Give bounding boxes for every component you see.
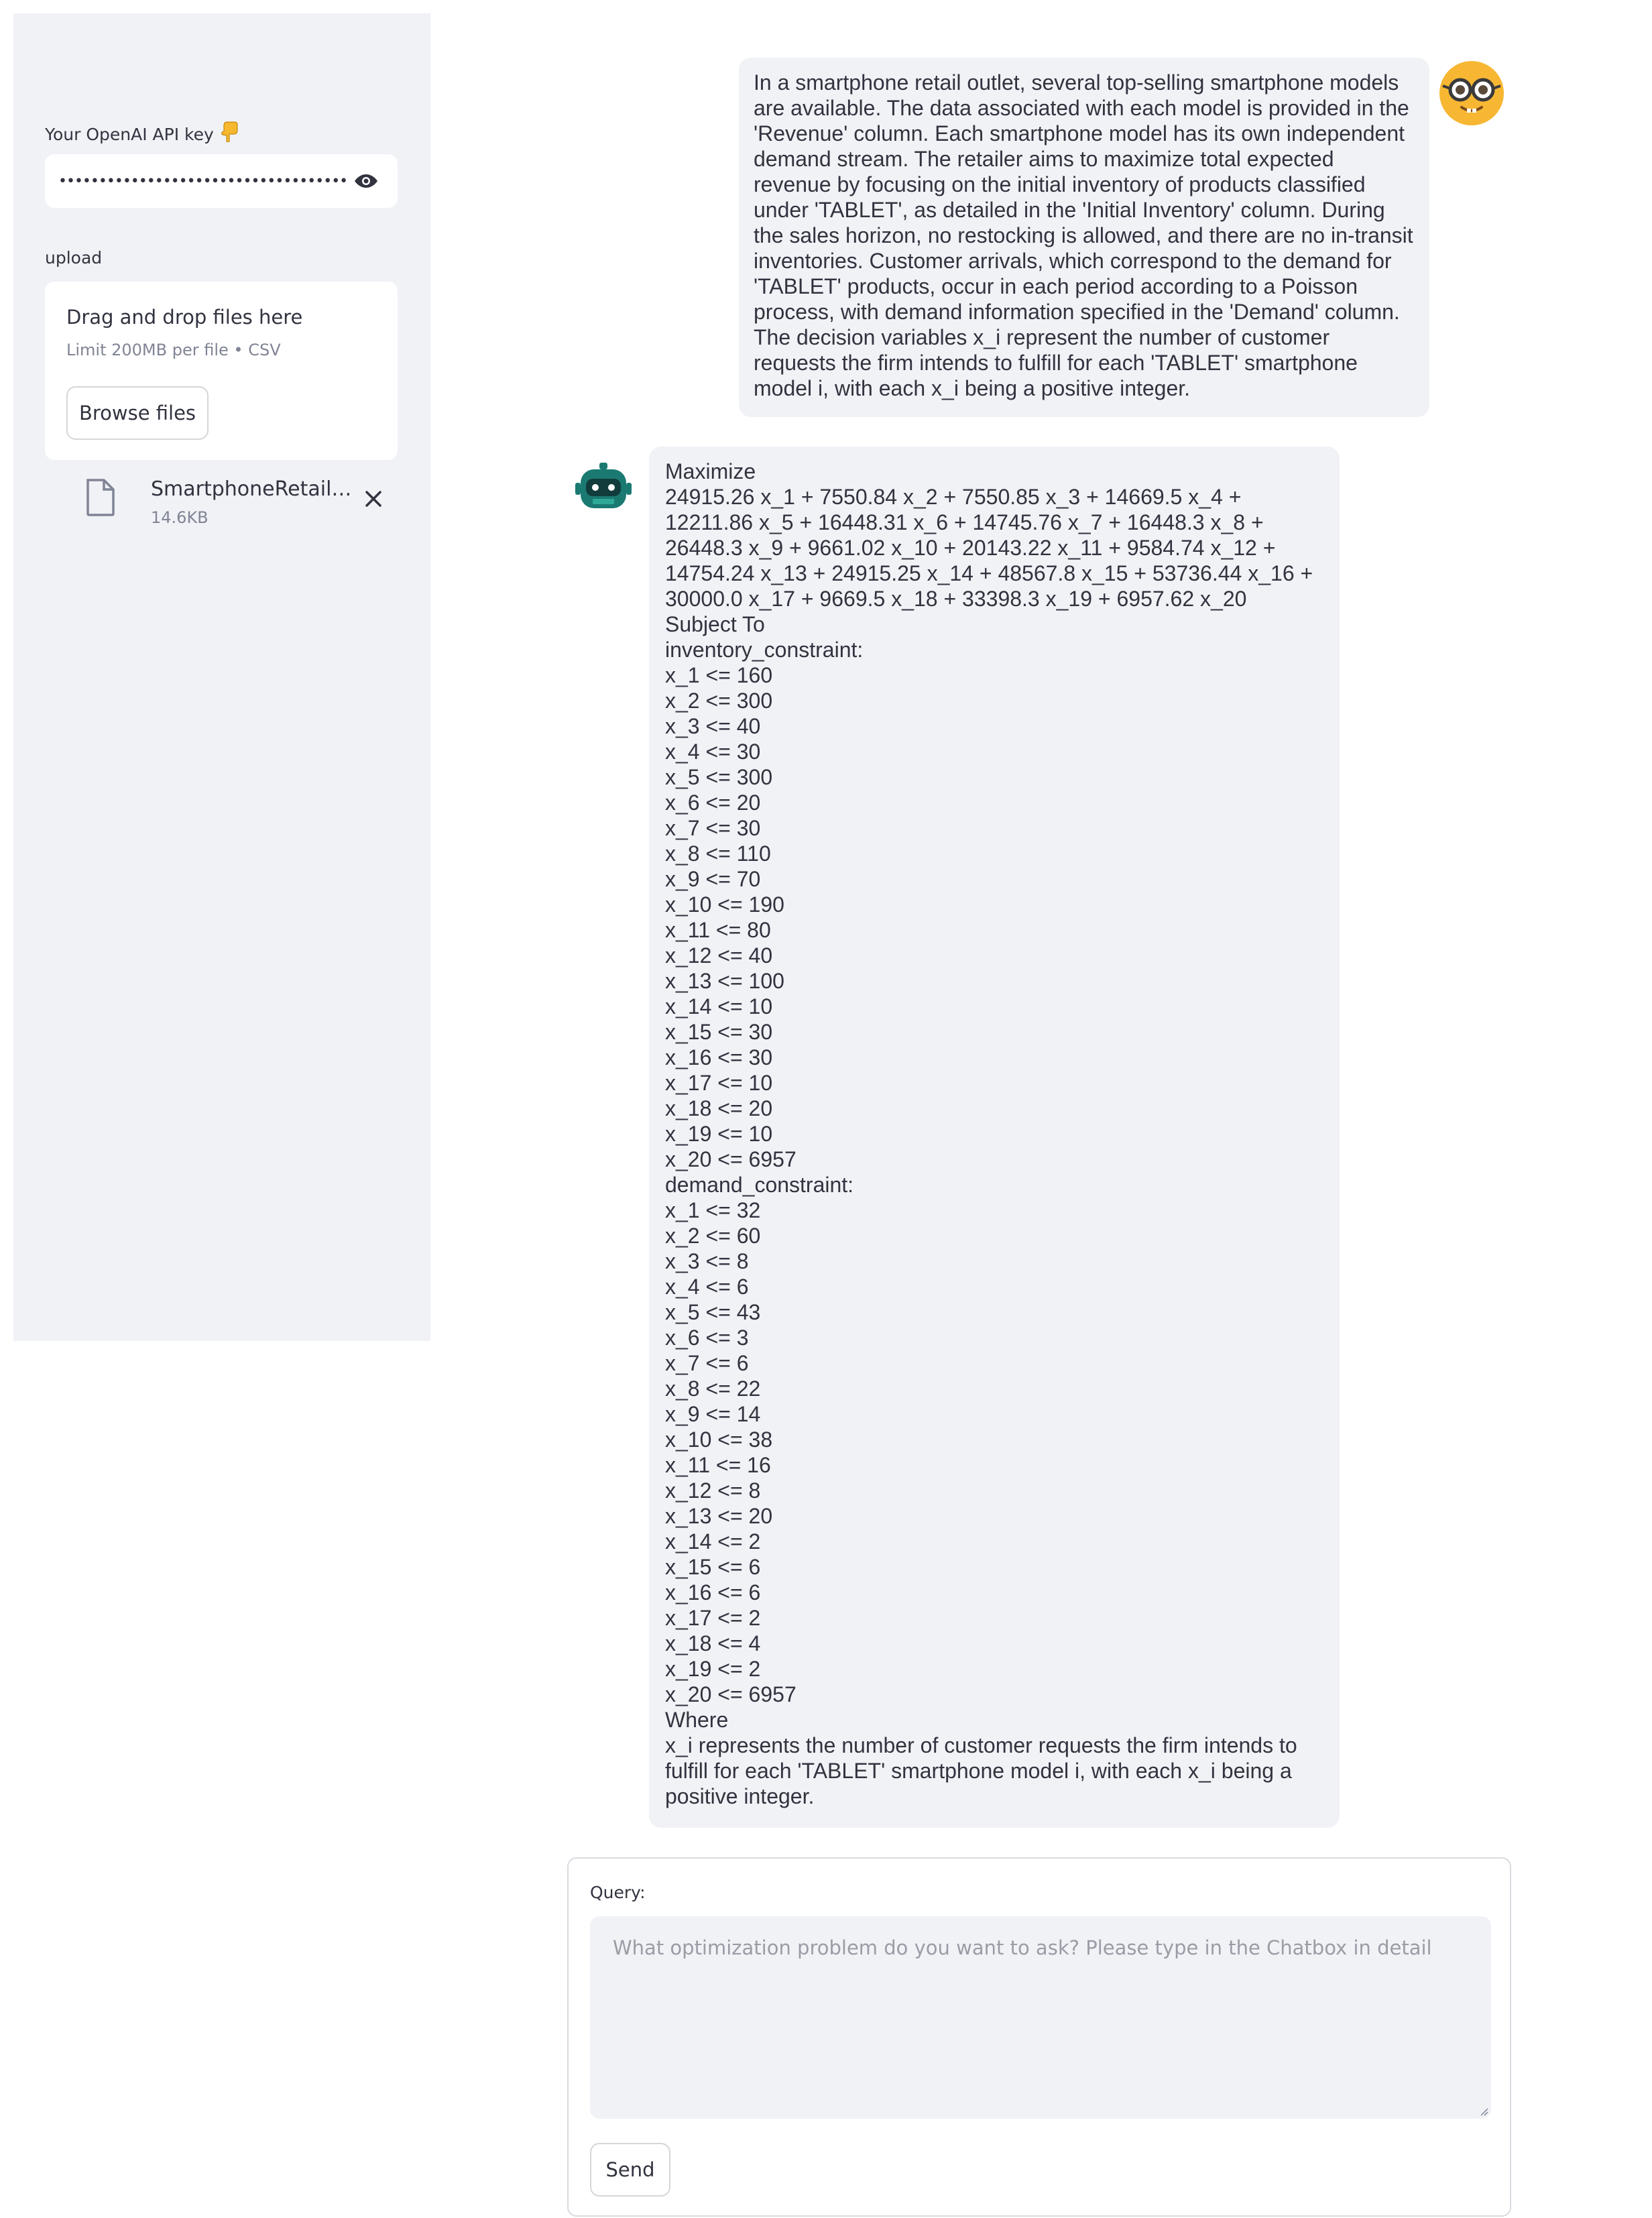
assistant-avatar-robot-icon bbox=[574, 459, 633, 518]
resize-handle-icon[interactable] bbox=[1478, 2105, 1488, 2116]
api-key-input[interactable]: •••••••••••••••••••••••••••••••••••••••• bbox=[45, 154, 398, 208]
uploaded-file-item: SmartphoneRetailOu... 14.6KB bbox=[45, 476, 398, 536]
uploaded-file-name: SmartphoneRetailOu... bbox=[151, 477, 365, 501]
uploaded-file-size: 14.6KB bbox=[151, 508, 209, 527]
assistant-message-text: Maximize 24915.26 x_1 + 7550.84 x_2 + 75… bbox=[665, 459, 1313, 1808]
file-dropzone[interactable]: Drag and drop files here Limit 200MB per… bbox=[45, 282, 398, 460]
browse-files-button[interactable]: Browse files bbox=[66, 386, 209, 440]
query-form: Query: Send bbox=[567, 1857, 1511, 2217]
show-password-eye-icon[interactable] bbox=[348, 163, 384, 199]
close-icon[interactable] bbox=[360, 485, 387, 512]
query-label: Query: bbox=[590, 1883, 646, 1902]
query-textarea[interactable] bbox=[590, 1916, 1491, 2119]
api-key-label-text: Your OpenAI API key bbox=[45, 124, 214, 144]
api-key-masked-value[interactable]: •••••••••••••••••••••••••••••••••••••••• bbox=[58, 173, 348, 190]
upload-label: upload bbox=[45, 248, 103, 268]
user-avatar-nerd-face-icon bbox=[1439, 60, 1504, 126]
file-icon bbox=[85, 479, 116, 516]
dropzone-title: Drag and drop files here bbox=[66, 306, 303, 329]
user-message-bubble: In a smartphone retail outlet, several t… bbox=[739, 58, 1429, 417]
send-button[interactable]: Send bbox=[590, 2143, 670, 2197]
sidebar: Your OpenAI API key ••••••••••••••••••••… bbox=[13, 13, 430, 1341]
user-message-text: In a smartphone retail outlet, several t… bbox=[754, 70, 1413, 400]
assistant-message-bubble: Maximize 24915.26 x_1 + 7550.84 x_2 + 75… bbox=[649, 447, 1340, 1828]
api-key-label: Your OpenAI API key bbox=[45, 121, 238, 148]
dropzone-limit-text: Limit 200MB per file • CSV bbox=[66, 341, 281, 359]
pointing-down-hand-icon bbox=[221, 121, 238, 148]
